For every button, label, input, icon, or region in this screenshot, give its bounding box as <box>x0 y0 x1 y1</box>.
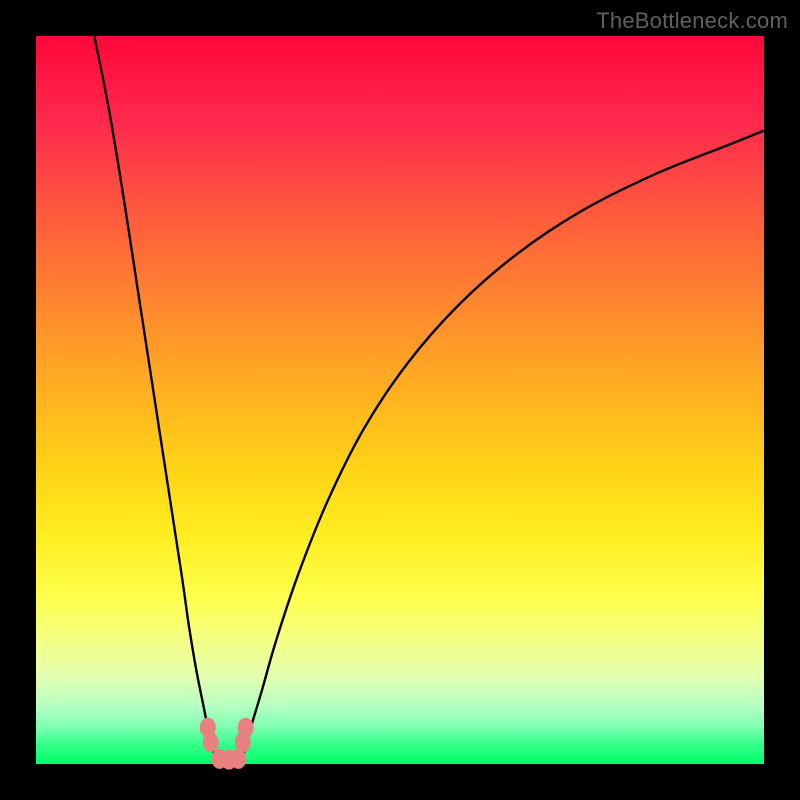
curve-left-branch <box>94 36 216 760</box>
plot-area <box>36 36 764 764</box>
watermark-text: TheBottleneck.com <box>596 8 788 34</box>
marker-bottom-right <box>230 749 246 769</box>
outer-frame: TheBottleneck.com <box>0 0 800 800</box>
marker-group <box>200 718 254 770</box>
curve-svg <box>36 36 764 764</box>
curve-right-branch <box>241 131 764 761</box>
marker-left-cluster-lower <box>203 732 219 752</box>
